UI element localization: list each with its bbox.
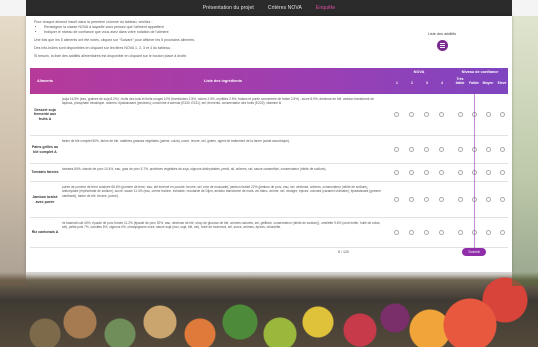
row-aliment-name: Tomates farcies bbox=[31, 170, 59, 175]
instructions-list: Renseigner la classe NOVA à laquelle vou… bbox=[44, 25, 364, 35]
instructions-line: Des info-bulles sont disponibles en cliq… bbox=[34, 46, 171, 50]
table-header: Aliments Liste des ingrédients NOVA Nive… bbox=[30, 68, 508, 94]
header-confiance-eleve: Elevé bbox=[497, 81, 507, 85]
nova-radio-3[interactable] bbox=[424, 147, 429, 152]
nova-radio-3[interactable] bbox=[424, 230, 429, 235]
confidence-radio-3[interactable] bbox=[486, 230, 491, 235]
confidence-radio-1[interactable] bbox=[458, 170, 463, 175]
nova-radio-2[interactable] bbox=[409, 170, 414, 175]
header-niveau-confiance: Niveau de confiance bbox=[461, 70, 499, 74]
row-aliment-name: Riz cantonais A bbox=[31, 230, 59, 235]
confidence-radio-3[interactable] bbox=[486, 170, 491, 175]
nova-radio-3[interactable] bbox=[424, 170, 429, 175]
confidence-radio-1[interactable] bbox=[458, 197, 463, 202]
confidence-radio-4[interactable] bbox=[500, 197, 505, 202]
nova-radio-3[interactable] bbox=[424, 197, 429, 202]
additives-panel: Liste des additifs bbox=[418, 32, 466, 51]
header-nova: NOVA bbox=[413, 70, 425, 74]
nova-radio-1[interactable] bbox=[394, 230, 399, 235]
confidence-radio-3[interactable] bbox=[486, 147, 491, 152]
header-nova-3[interactable]: 3 bbox=[419, 81, 435, 85]
table-row: Dessert soja fermenté aux fruits A (soja… bbox=[30, 94, 508, 136]
confidence-radio-3[interactable] bbox=[486, 197, 491, 202]
row-ingredients: farine de blé complet 50%, farine de blé… bbox=[62, 139, 290, 143]
row-aliment-name: Dessert soja fermenté aux fruits A bbox=[33, 107, 57, 121]
header-nova-2[interactable]: 2 bbox=[404, 81, 420, 85]
instructions-bullet: Indiquer le niveau de confiance que vous… bbox=[44, 30, 364, 35]
confidence-radio-4[interactable] bbox=[500, 112, 505, 117]
table-row: Riz cantonais A riz basmati cuit 40%, ép… bbox=[30, 218, 508, 248]
instructions-line: Une fois que les 5 aliments ont été noté… bbox=[34, 38, 196, 42]
survey-window: Pour chaque aliment inscrit dans la prem… bbox=[26, 16, 512, 272]
nova-radio-1[interactable] bbox=[394, 170, 399, 175]
nav-item-criteres-nova[interactable]: Critères NOVA bbox=[268, 5, 302, 11]
instructions-line: Si besoin, la liste des additifs aliment… bbox=[34, 54, 188, 58]
page-counter: 6 / 120 bbox=[338, 250, 349, 254]
row-aliment-name: Jambon braisé avec purée bbox=[32, 194, 58, 204]
table-row: Pains grillés au blé complet A farine de… bbox=[30, 136, 508, 164]
confidence-radio-1[interactable] bbox=[458, 147, 463, 152]
nova-radio-2[interactable] bbox=[409, 197, 414, 202]
confidence-radio-4[interactable] bbox=[500, 147, 505, 152]
row-aliment-name: Pains grillés au blé complet A bbox=[31, 144, 59, 154]
table-row: Tomates farcies tomates 84%, viande de p… bbox=[30, 164, 508, 182]
nova-confidence-divider bbox=[474, 94, 475, 250]
list-icon bbox=[439, 43, 445, 48]
nova-radio-2[interactable] bbox=[409, 147, 414, 152]
header-liste-ingredients: Liste des ingrédients bbox=[204, 79, 242, 83]
nova-radio-4[interactable] bbox=[439, 147, 444, 152]
nav-item-presentation[interactable]: Présentation du projet bbox=[203, 5, 254, 11]
confidence-radio-3[interactable] bbox=[486, 112, 491, 117]
table-row: Jambon braisé avec purée purée de pomme … bbox=[30, 182, 508, 218]
background-left-shelf bbox=[0, 16, 26, 286]
nova-radio-4[interactable] bbox=[439, 230, 444, 235]
additives-button[interactable] bbox=[436, 40, 448, 51]
nova-radio-1[interactable] bbox=[394, 147, 399, 152]
confidence-radio-4[interactable] bbox=[500, 170, 505, 175]
nova-radio-1[interactable] bbox=[394, 197, 399, 202]
nova-radio-4[interactable] bbox=[439, 170, 444, 175]
confidence-radio-1[interactable] bbox=[458, 230, 463, 235]
header-nova-4[interactable]: 4 bbox=[434, 81, 450, 85]
nova-radio-1[interactable] bbox=[394, 112, 399, 117]
submit-button[interactable]: Submit bbox=[462, 248, 486, 256]
nova-radio-2[interactable] bbox=[409, 112, 414, 117]
nav-item-enquete[interactable]: Enquête bbox=[316, 5, 335, 11]
additives-label: Liste des additifs bbox=[427, 32, 457, 36]
row-ingredients: tomates 84%, viande de porc 10.4%, eau, … bbox=[62, 167, 327, 171]
nova-radio-2[interactable] bbox=[409, 230, 414, 235]
confidence-radio-4[interactable] bbox=[500, 230, 505, 235]
row-ingredients: purée de pomme de terre cuisinée 66.6% (… bbox=[62, 185, 381, 198]
header-aliments: Aliments bbox=[36, 79, 54, 83]
background-right-shelf bbox=[512, 16, 538, 286]
nova-radio-4[interactable] bbox=[439, 197, 444, 202]
row-ingredients: riz basmati cuit 40%, épaule de porc fum… bbox=[62, 221, 381, 230]
row-ingredients: (soja 16.5% (eau, graines de soja 8.2%) … bbox=[62, 97, 374, 106]
confidence-radio-1[interactable] bbox=[458, 112, 463, 117]
instructions: Pour chaque aliment inscrit dans la prem… bbox=[34, 20, 364, 59]
nova-radio-3[interactable] bbox=[424, 112, 429, 117]
header-nova-1[interactable]: 1 bbox=[389, 81, 405, 85]
nova-radio-4[interactable] bbox=[439, 112, 444, 117]
top-navigation: Présentation du projet Critères NOVA Enq… bbox=[26, 0, 512, 16]
